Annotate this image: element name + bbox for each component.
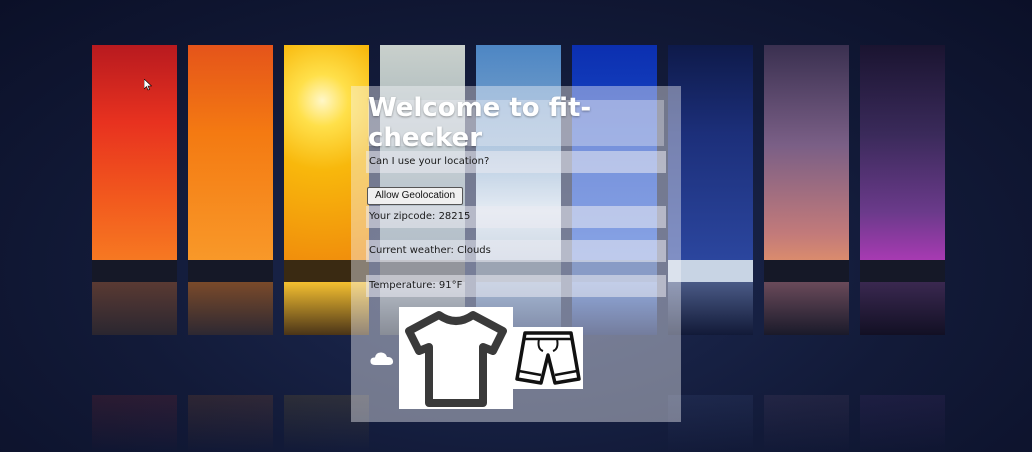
mouse-cursor-icon bbox=[143, 76, 153, 91]
strip-reflection bbox=[860, 395, 945, 452]
shorts-icon bbox=[513, 327, 583, 389]
page-title: Welcome to fit-checker bbox=[368, 93, 664, 153]
t-shirt-icon bbox=[399, 307, 513, 409]
photo-strip bbox=[764, 45, 849, 335]
photo-strip bbox=[92, 45, 177, 335]
weather-label: Current weather: Clouds bbox=[366, 240, 666, 262]
strip-reflection bbox=[92, 395, 177, 452]
temperature-label: Temperature: 91°F bbox=[366, 275, 666, 297]
strip-reflection bbox=[764, 395, 849, 452]
photo-strip bbox=[860, 45, 945, 335]
cloud-icon bbox=[369, 348, 395, 368]
zipcode-label: Your zipcode: 28215 bbox=[366, 206, 666, 228]
location-prompt: Can I use your location? bbox=[366, 151, 666, 173]
allow-geolocation-button[interactable]: Allow Geolocation bbox=[367, 187, 463, 205]
photo-strip bbox=[188, 45, 273, 335]
strip-reflection bbox=[188, 395, 273, 452]
